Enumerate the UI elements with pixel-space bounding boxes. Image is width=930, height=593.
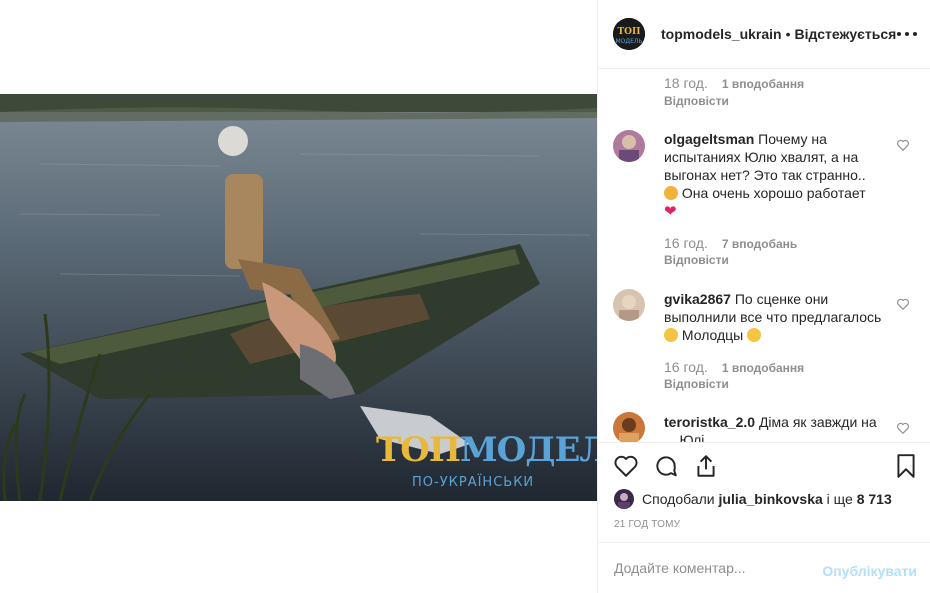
comment-time[interactable]: 16 год. (664, 235, 708, 251)
comment-time[interactable]: 16 год. (664, 359, 708, 375)
post-sidebar: ТОП МОДЕЛЬ topmodels_ukrain • Відстежуєтьс… (597, 0, 930, 593)
post-media-pane: ТОПМОДЕЛЬ ПО-УКРАЇНСЬКИ (0, 0, 597, 593)
comment-meta: 16 год. 1 вподобання (664, 359, 804, 375)
post-header: ТОП МОДЕЛЬ topmodels_ukrain • Відстежуєтьс… (598, 0, 930, 69)
comment-time[interactable]: 18 год. (664, 75, 708, 91)
bookmark-icon[interactable] (893, 453, 919, 479)
comment-body-2: Молодцы (681, 327, 744, 343)
show-logo-subtitle: ПО-УКРАЇНСЬКИ (412, 475, 535, 490)
comment-like-heart-icon[interactable] (896, 297, 910, 311)
likes-summary: Сподобали julia_binkovska і ще 8 713 (614, 488, 892, 510)
header-username[interactable]: topmodels_ukrain (661, 26, 782, 42)
following-button[interactable]: Відстежується (795, 26, 897, 42)
avatar[interactable] (613, 412, 645, 442)
more-options-icon[interactable] (897, 24, 917, 44)
reply-button[interactable]: Відповісти (664, 253, 729, 267)
post-actions-bar (598, 442, 930, 492)
comment-text: olgageltsman Почему на испытаниях Юлю хв… (664, 130, 889, 221)
comment-likes[interactable]: 1 вподобання (722, 361, 804, 375)
comment-like-heart-icon[interactable] (896, 421, 910, 435)
logo-text-part2: МОДЕЛЬ (460, 430, 597, 470)
avatar[interactable] (613, 289, 645, 321)
comments-list[interactable]: 18 год. 1 вподобання Відповісти olgagelts… (598, 69, 930, 442)
comment-body-2: Она очень хорошо работает (681, 185, 866, 201)
likes-middle: і ще (826, 491, 853, 507)
comment-username[interactable]: olgageltsman (664, 131, 754, 147)
heart-icon[interactable] (613, 453, 639, 479)
share-icon[interactable] (693, 453, 719, 479)
show-logo: ТОПМОДЕЛЬ (376, 433, 597, 467)
avatar[interactable] (614, 489, 634, 509)
post-timestamp[interactable]: 21 ГОД ТОМУ (614, 519, 680, 530)
comment-likes[interactable]: 1 вподобання (722, 77, 804, 91)
comment-text: gvika2867 По сценке они выполнили все чт… (664, 290, 889, 344)
likes-prefix: Сподобали (642, 491, 715, 507)
comment-likes[interactable]: 7 вподобань (722, 237, 797, 251)
reply-button[interactable]: Відповісти (664, 94, 729, 108)
header-text: topmodels_ukrain • Відстежується (661, 26, 896, 42)
likes-count[interactable]: 8 713 (857, 491, 892, 507)
ok-hand-emoji (664, 328, 678, 342)
comment-icon[interactable] (653, 453, 679, 479)
red-heart-emoji: ❤ (664, 203, 677, 220)
post-photo[interactable]: ТОПМОДЕЛЬ ПО-УКРАЇНСЬКИ (0, 94, 597, 501)
avatar[interactable] (613, 130, 645, 162)
add-comment-bar: Опублікувати (598, 542, 930, 593)
likes-user[interactable]: julia_binkovska (719, 491, 823, 507)
comment-input[interactable] (614, 556, 814, 580)
svg-text:МОДЕЛЬ: МОДЕЛЬ (615, 38, 642, 45)
reply-button[interactable]: Відповісти (664, 377, 729, 391)
cat-face-emoji (664, 186, 678, 200)
svg-text:ТОП: ТОП (617, 27, 641, 37)
logo-text-part1: ТОП (376, 430, 461, 470)
topmodel-logo-avatar[interactable]: ТОП МОДЕЛЬ (613, 18, 645, 50)
comment-username[interactable]: gvika2867 (664, 291, 731, 307)
clapping-hands-emoji (747, 328, 762, 342)
comment-meta: 16 год. 7 вподобань (664, 235, 797, 251)
header-separator: • (785, 26, 791, 42)
comment-meta: 18 год. 1 вподобання (664, 75, 804, 91)
comment-username[interactable]: teroristka_2.0 (664, 414, 755, 430)
comment-text: teroristka_2.0 Діма як завжди на ... Юлі… (664, 413, 889, 442)
comment-like-heart-icon[interactable] (896, 138, 910, 152)
publish-button[interactable]: Опублікувати (822, 563, 917, 579)
